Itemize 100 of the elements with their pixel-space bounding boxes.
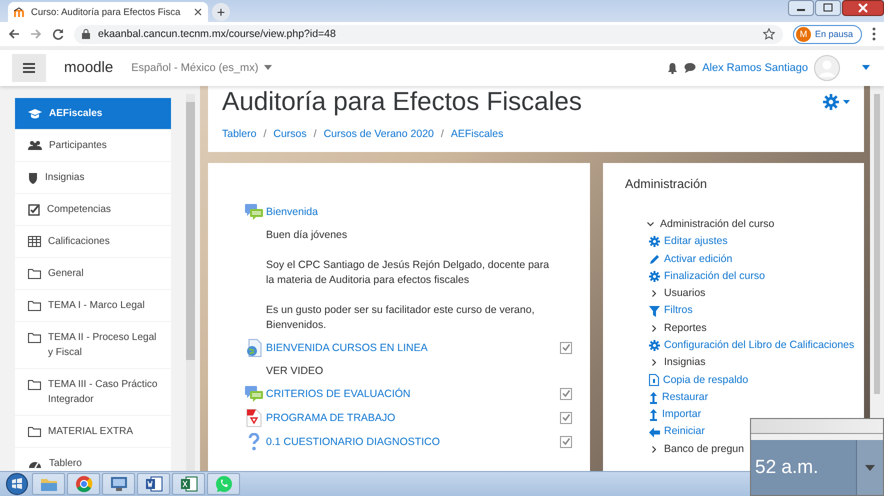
- admin-link[interactable]: Importar: [662, 406, 702, 424]
- breadcrumb-link[interactable]: Cursos de Verano 2020: [324, 128, 434, 140]
- tab-title: Curso: Auditoría para Efectos Fisca: [31, 6, 182, 18]
- menu-button[interactable]: [12, 54, 46, 82]
- course-nav-item[interactable]: AEFiscales: [15, 98, 171, 129]
- course-nav-item[interactable]: TEMA I - Marco Legal: [15, 290, 171, 321]
- folder-icon: [28, 378, 41, 390]
- tree-node[interactable]: Insignias: [664, 354, 706, 372]
- activity-link[interactable]: BIENVENIDA CURSOS EN LINEA: [266, 342, 556, 354]
- completion-checkbox[interactable]: [560, 388, 572, 400]
- shield-icon: [28, 172, 38, 184]
- course-nav-item[interactable]: Calificaciones: [15, 226, 171, 257]
- caret-icon: [264, 65, 272, 70]
- browser-icon[interactable]: [74, 475, 92, 494]
- summary-text: Es un gusto poder ser su facilitador este curso de verano, Bienvenidos.: [266, 302, 536, 333]
- pdf-file-icon: [246, 408, 262, 427]
- tree-node[interactable]: Banco de pregun: [664, 440, 744, 458]
- user-name[interactable]: Alex Ramos Santiago: [702, 62, 808, 74]
- admin-link[interactable]: Filtros: [664, 302, 693, 320]
- folder-icon: [28, 268, 41, 279]
- minimize-icon[interactable]: [788, 0, 814, 16]
- chat-bubbles-icon: [245, 386, 263, 402]
- menu-icon: [23, 62, 35, 73]
- taskbar-app[interactable]: [102, 473, 135, 496]
- moodle-logo-icon: [14, 7, 26, 17]
- breadcrumb-separator: /: [263, 128, 266, 140]
- maximize-icon[interactable]: [815, 0, 841, 16]
- chat-bubbles-icon: [245, 204, 263, 220]
- spreadsheet-icon[interactable]: [180, 476, 198, 492]
- course-nav-item[interactable]: MATERIAL EXTRA: [15, 416, 171, 447]
- site-brand[interactable]: moodle: [64, 59, 114, 76]
- course-nav-item[interactable]: Competencias: [15, 194, 171, 225]
- taskbar-app[interactable]: [137, 473, 170, 496]
- monitor-icon[interactable]: [110, 476, 128, 492]
- admin-link[interactable]: Finalización del curso: [664, 268, 765, 286]
- back-arrow-icon[interactable]: [8, 28, 20, 40]
- caret-icon[interactable]: [843, 100, 850, 104]
- breadcrumb-link[interactable]: AEFiscales: [450, 128, 504, 140]
- chevron-right-icon[interactable]: [652, 290, 657, 298]
- close-icon[interactable]: [194, 8, 202, 16]
- left-arrow-icon: [649, 426, 660, 438]
- lock-icon: [82, 29, 90, 39]
- activity-link[interactable]: CRITERIOS DE EVALUACIÓN: [266, 388, 556, 400]
- avatar-initial: M: [796, 26, 811, 42]
- course-nav-item[interactable]: Participantes: [15, 130, 171, 161]
- activity-link[interactable]: 0.1 CUESTIONARIO DIAGNOSTICO: [266, 436, 556, 448]
- admin-link[interactable]: Restaurar: [662, 388, 708, 406]
- completion-checkbox[interactable]: [560, 412, 572, 424]
- course-nav-item[interactable]: Tablero: [15, 448, 171, 472]
- dropdown-arrow-icon[interactable]: [865, 464, 875, 470]
- course-nav-item[interactable]: TEMA III - Caso Práctico Integrador: [15, 368, 171, 415]
- completion-checkbox[interactable]: [560, 436, 572, 448]
- check-icon: [562, 390, 570, 398]
- bell-icon[interactable]: [667, 62, 678, 74]
- course-nav-item[interactable]: Insignias: [15, 162, 171, 193]
- settings-icon[interactable]: [823, 94, 840, 110]
- start-button-icon[interactable]: [4, 473, 30, 496]
- course-nav-item[interactable]: General: [15, 258, 171, 289]
- tree-node[interactable]: Reportes: [664, 320, 707, 337]
- admin-link[interactable]: Reiniciar: [664, 423, 705, 441]
- chevron-right-icon[interactable]: [652, 359, 657, 366]
- new-tab-button[interactable]: +: [212, 3, 230, 21]
- check-icon: [562, 344, 570, 352]
- question-mark-icon: [248, 432, 260, 451]
- taskbar-app[interactable]: [172, 473, 205, 496]
- taskbar-app[interactable]: [67, 473, 100, 496]
- chevron-down-icon[interactable]: [647, 222, 654, 228]
- chevron-right-icon[interactable]: [652, 324, 657, 332]
- breadcrumb-link[interactable]: Cursos: [273, 128, 307, 140]
- close-icon[interactable]: [842, 0, 884, 16]
- breadcrumb-link[interactable]: Tablero: [222, 128, 256, 140]
- browser-tab[interactable]: Curso: Auditoría para Efectos Fisca: [8, 2, 208, 22]
- language-menu[interactable]: Español - México (es_mx): [131, 62, 272, 74]
- scrollbar[interactable]: [186, 94, 195, 472]
- admin-link[interactable]: Activar edición: [664, 250, 732, 268]
- reload-icon[interactable]: [52, 28, 64, 40]
- gear-icon: [649, 270, 660, 282]
- tree-node[interactable]: Administración del curso: [660, 216, 774, 234]
- admin-link[interactable]: Configuración del Libro de Calificaciones: [664, 337, 854, 354]
- profile-button[interactable]: M En pausa: [792, 24, 862, 44]
- admin-link[interactable]: Editar ajustes: [664, 233, 728, 251]
- more-icon[interactable]: [872, 27, 876, 41]
- completion-checkbox[interactable]: [560, 342, 572, 354]
- course-nav-item[interactable]: TEMA II - Proceso Legal y Fiscal: [15, 322, 171, 368]
- pencil-icon: [649, 254, 660, 265]
- activity-link[interactable]: PROGRAMA DE TRABAJO: [266, 412, 556, 424]
- folder-icon: [28, 300, 41, 311]
- check-icon: [562, 438, 570, 446]
- caret-icon: [862, 65, 870, 70]
- filter-icon: [649, 306, 660, 317]
- breadcrumb-separator: /: [440, 128, 444, 140]
- activity-link[interactable]: Bienvenida: [266, 206, 572, 218]
- star-icon[interactable]: [762, 28, 775, 40]
- chat-bubble-icon[interactable]: [684, 62, 696, 74]
- document-icon[interactable]: [144, 476, 162, 492]
- upload-icon: [649, 408, 658, 421]
- tree-node[interactable]: Usuarios: [664, 285, 706, 302]
- address-bar[interactable]: ekaanbal.cancun.tecnm.mx/course/view.php?id=48: [74, 24, 783, 44]
- chevron-right-icon[interactable]: [652, 446, 657, 453]
- admin-link[interactable]: Copia de respaldo: [663, 372, 748, 389]
